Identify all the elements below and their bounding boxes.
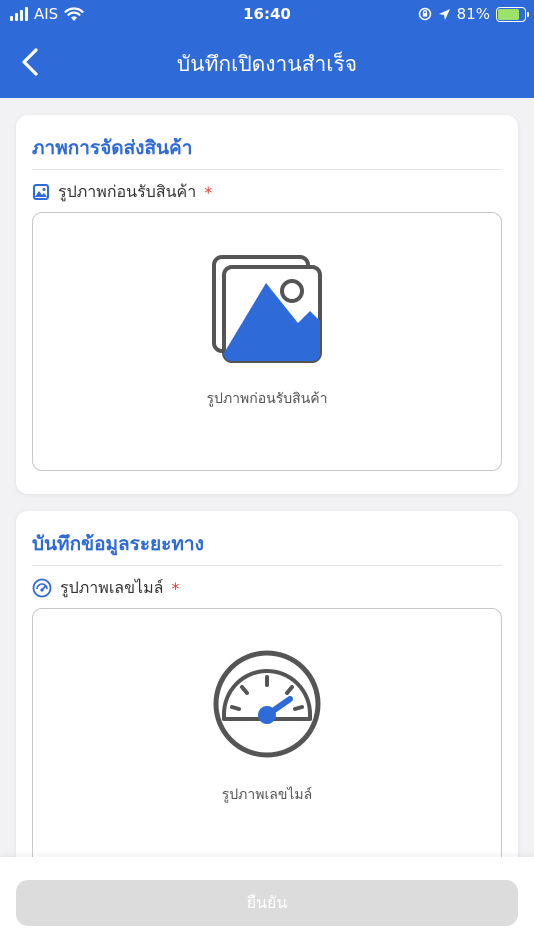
orientation-lock-icon (418, 7, 431, 21)
photo-field-label-row: รูปภาพก่อนรับสินค้า * (32, 179, 212, 205)
top-bar: AIS 16:40 81% บันทึกเปิดงานสำเร็จ (0, 0, 534, 98)
upload-hint: รูปภาพเลขไมล์ (221, 787, 313, 803)
battery-percent: 81% (456, 5, 490, 23)
field-label: รูปภาพเลขไมล์ (60, 577, 164, 597)
image-icon (33, 184, 49, 200)
back-button[interactable] (16, 44, 44, 80)
battery-icon (496, 6, 529, 22)
upload-hint: รูปภาพก่อนรับสินค้า (206, 391, 328, 407)
photo-upload-area[interactable]: รูปภาพก่อนรับสินค้า (32, 212, 502, 471)
speedometer-icon (32, 578, 52, 598)
location-arrow-icon (438, 8, 450, 20)
section-title: ภาพการจัดส่งสินค้า (32, 137, 193, 159)
section-title: บันทึกข้อมูลระยะทาง (32, 533, 204, 555)
required-mark: * (171, 578, 180, 598)
page-title: บันทึกเปิดงานสำเร็จ (176, 52, 358, 76)
required-mark: * (204, 182, 213, 202)
divider (32, 169, 502, 170)
bottom-action-bar: ยืนยัน (0, 857, 534, 950)
field-label: รูปภาพก่อนรับสินค้า (58, 181, 197, 201)
status-bar: AIS 16:40 81% (0, 0, 534, 28)
navigation-bar: บันทึกเปิดงานสำเร็จ (0, 40, 534, 84)
mileage-field-label-row: รูปภาพเลขไมล์ * (32, 575, 179, 601)
delivery-photo-card: ภาพการจัดส่งสินค้า รูปภาพก่อนรับสินค้า *… (16, 115, 518, 494)
mileage-upload-area[interactable]: รูปภาพเลขไมล์ (32, 608, 502, 867)
gauge-icon (213, 650, 321, 758)
status-right: 81% (418, 5, 529, 23)
distance-record-card: บันทึกข้อมูลระยะทาง รูปภาพเลขไมล์ * รูปภ… (16, 511, 518, 911)
confirm-button[interactable]: ยืนยัน (16, 880, 518, 926)
gallery-icon (212, 255, 322, 363)
divider (32, 565, 502, 566)
